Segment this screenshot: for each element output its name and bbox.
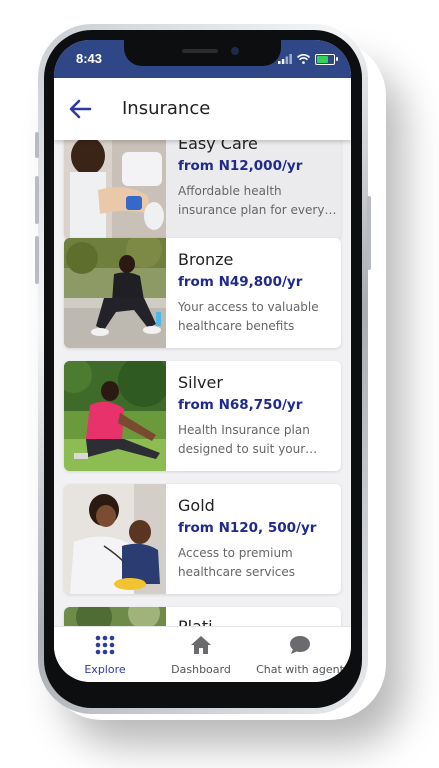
plan-card-silver[interactable]: Silver from N68,750/yr Health Insurance … — [64, 361, 341, 471]
app-header: Insurance — [54, 78, 351, 140]
plan-name: Silver — [178, 373, 223, 392]
nav-label: Dashboard — [171, 663, 231, 676]
grid-dots-icon — [95, 635, 115, 655]
nav-explore[interactable]: Explore — [62, 627, 148, 682]
plan-price: from N49,800/yr — [178, 274, 303, 290]
nav-dashboard[interactable]: Dashboard — [158, 627, 244, 682]
wifi-icon — [297, 54, 310, 64]
notch — [124, 40, 281, 66]
plan-price: from N68,750/yr — [178, 397, 303, 413]
speaker-grille — [182, 49, 218, 53]
nav-chat-with-agent[interactable]: Chat with agent — [252, 627, 348, 682]
volume-down-button — [35, 236, 39, 284]
volume-up-button — [35, 176, 39, 224]
battery-icon — [315, 53, 338, 65]
phone-screen: 8:43 Insurance Easy Care from N12,000/yr… — [54, 40, 351, 682]
plan-name: Plati — [178, 617, 213, 626]
plan-price: from N120, 500/yr — [178, 520, 317, 536]
power-button — [367, 196, 371, 270]
page-title: Insurance — [122, 98, 211, 119]
plan-card-gold[interactable]: Gold from N120, 500/yr Access to premium… — [64, 484, 341, 594]
plan-photo-bronze — [64, 238, 166, 348]
chat-bubble-icon — [290, 636, 310, 654]
plan-name: Bronze — [178, 250, 234, 269]
front-camera — [231, 47, 239, 55]
nav-label: Explore — [84, 663, 126, 676]
mute-switch — [35, 132, 39, 158]
status-icons — [278, 52, 338, 66]
plan-card-easy-care[interactable]: Easy Care from N12,000/yr Affordable hea… — [64, 140, 341, 240]
signal-icon — [278, 54, 292, 64]
plan-list[interactable]: Easy Care from N12,000/yr Affordable hea… — [54, 140, 351, 626]
plan-description: Your access to valuable healthcare benef… — [178, 300, 319, 333]
plan-photo-easy-care — [64, 140, 166, 240]
plan-description: Health Insurance plan designed to suit y… — [178, 423, 318, 456]
bottom-nav: Explore Dashboard Chat with agent — [54, 626, 351, 682]
plan-name: Gold — [178, 496, 215, 515]
plan-name: Easy Care — [178, 140, 258, 153]
plan-photo-gold — [64, 484, 166, 594]
arrow-left-icon[interactable] — [66, 97, 94, 121]
plan-photo-platinum — [64, 607, 166, 626]
status-time: 8:43 — [76, 51, 103, 66]
status-bar: 8:43 — [54, 40, 351, 78]
nav-label: Chat with agent — [256, 663, 344, 676]
plan-card-bronze[interactable]: Bronze from N49,800/yr Your access to va… — [64, 238, 341, 348]
plan-description: Affordable health insurance plan for eve… — [178, 184, 325, 217]
plan-description: Access to premium healthcare services — [178, 546, 296, 579]
plan-card-platinum[interactable]: Plati — [64, 607, 341, 626]
home-icon — [191, 636, 211, 654]
plan-price: from N12,000/yr — [178, 158, 303, 174]
plan-photo-silver — [64, 361, 166, 471]
